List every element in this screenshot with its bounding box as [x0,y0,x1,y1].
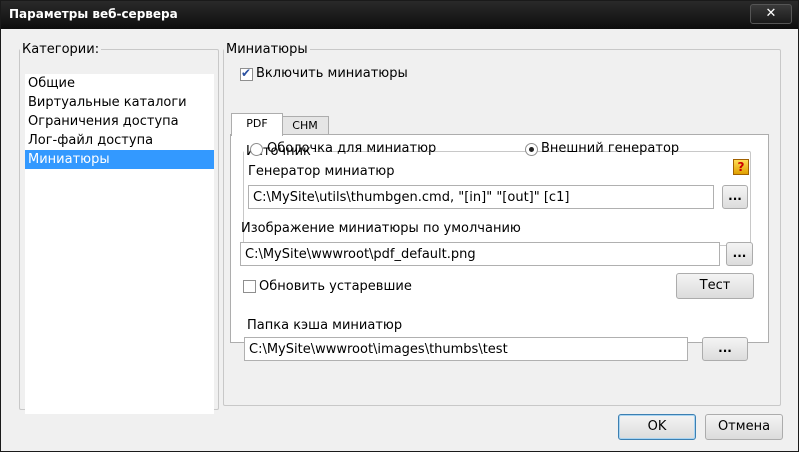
dialog-window: Параметры веб-сервера ✕ Категории: Общие… [0,0,799,452]
update-outdated-label[interactable]: Обновить устаревшие [259,279,412,294]
cache-folder-label: Папка кэша миниатюр [247,318,403,333]
window-title: Параметры веб-сервера [9,7,178,21]
ok-button[interactable]: OK [618,414,696,440]
dialog-client: Категории: Общие Виртуальные каталоги Ог… [2,30,797,450]
categories-group: Категории: Общие Виртуальные каталоги Ог… [19,42,219,414]
default-image-browse-button[interactable]: ... [726,242,753,266]
close-button[interactable]: ✕ [750,4,792,24]
enable-thumbnails-checkbox[interactable] [240,66,253,81]
categories-legend: Категории: [22,42,100,57]
enable-thumbnails-label[interactable]: Включить миниатюры [256,66,408,81]
radio-external-label[interactable]: Внешний генератор [541,141,679,156]
category-access-limits[interactable]: Ограничения доступа [25,112,214,131]
cancel-button[interactable]: Отмена [705,414,783,440]
cache-folder-input[interactable]: C:\MySite\wwwroot\images\thumbs\test [244,337,688,361]
tab-chm[interactable]: CHM [281,116,329,135]
test-button[interactable]: Тест [676,273,754,299]
help-icon[interactable]: ? [733,159,749,175]
radio-shell[interactable] [250,143,263,156]
category-access-log[interactable]: Лог-файл доступа [25,131,214,150]
categories-list[interactable]: Общие Виртуальные каталоги Ограничения д… [25,74,214,414]
update-outdated-checkbox[interactable] [243,280,256,293]
tab-pdf[interactable]: PDF [231,113,283,136]
category-virtual-dirs[interactable]: Виртуальные каталоги [25,93,214,112]
category-general[interactable]: Общие [25,74,214,93]
thumbnails-legend: Миниатюры [226,42,308,57]
radio-shell-label[interactable]: Оболочка для миниатюр [267,141,436,156]
default-image-label: Изображение миниатюры по умолчанию [241,221,521,236]
radio-external-generator[interactable] [525,143,538,156]
category-thumbnails[interactable]: Миниатюры [25,150,214,169]
cache-folder-browse-button[interactable]: ... [702,337,748,361]
generator-browse-button[interactable]: ... [722,185,748,209]
generator-label: Генератор миниатюр [248,164,395,179]
default-image-input[interactable]: C:\MySite\wwwroot\pdf_default.png [240,242,720,266]
generator-input[interactable]: C:\MySite\utils\thumbgen.cmd, "[in]" "[o… [248,185,714,209]
title-bar[interactable]: Параметры веб-сервера ✕ [1,1,798,29]
